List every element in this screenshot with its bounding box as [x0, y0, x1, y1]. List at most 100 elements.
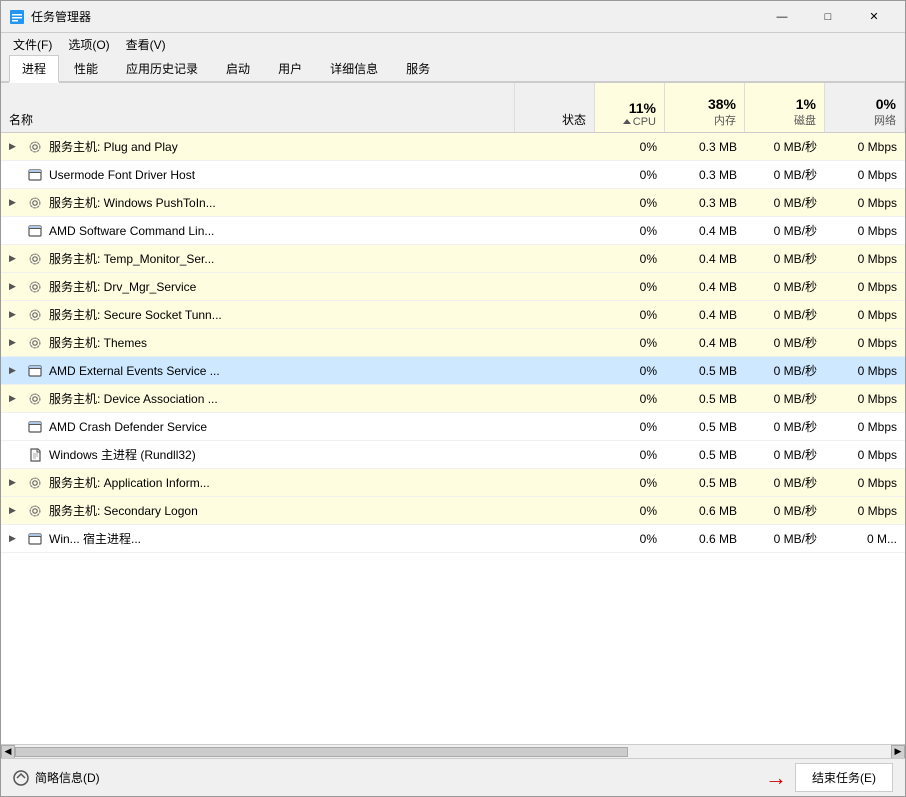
table-row[interactable]: ▶ 服务主机: Windows PushToIn... 0% 0.3 MB 0 …: [1, 189, 905, 217]
disk-value: 0 MB/秒: [774, 334, 817, 351]
cpu-value: 0%: [640, 168, 657, 182]
scroll-right-btn[interactable]: ▶: [891, 745, 905, 759]
expand-icon[interactable]: ▶: [9, 197, 21, 208]
cell-cpu: 0%: [595, 165, 665, 185]
cell-name: Usermode Font Driver Host: [1, 164, 515, 186]
table-row[interactable]: ▶ 服务主机: Themes 0% 0.4 MB 0 MB/秒 0 Mbps: [1, 329, 905, 357]
horizontal-scrollbar[interactable]: ◀ ▶: [1, 744, 905, 758]
gear-icon: [27, 279, 43, 295]
cell-disk: 0 MB/秒: [745, 275, 825, 298]
tab-details[interactable]: 详细信息: [317, 55, 391, 81]
end-task-button[interactable]: 结束任务(E): [795, 763, 893, 792]
col-disk[interactable]: 1% 磁盘: [745, 83, 825, 132]
cell-status: [515, 424, 595, 430]
cell-status: [515, 312, 595, 318]
cell-name: ▶ 服务主机: Secondary Logon: [1, 499, 515, 522]
cell-name: ▶ 服务主机: Windows PushToIn...: [1, 191, 515, 214]
disk-value: 0 MB/秒: [774, 418, 817, 435]
gear-icon: [27, 503, 43, 519]
col-memory[interactable]: 38% 内存: [665, 83, 745, 132]
cpu-value: 0%: [640, 364, 657, 378]
table-row[interactable]: ▶ Win... 宿主进程... 0% 0.6 MB 0 MB/秒 0 M...: [1, 525, 905, 553]
process-table: 名称 状态 11% CPU 38% 内存 1% 磁盘 0%: [1, 83, 905, 758]
cell-memory: 0.6 MB: [665, 501, 745, 521]
title-bar: 任务管理器 — □ ✕: [1, 1, 905, 33]
col-cpu[interactable]: 11% CPU: [595, 83, 665, 132]
summary-toggle[interactable]: 简略信息(D): [13, 769, 100, 786]
arrow-right-icon: →: [765, 765, 787, 791]
tab-users[interactable]: 用户: [265, 55, 315, 81]
table-row[interactable]: AMD Crash Defender Service 0% 0.5 MB 0 M…: [1, 413, 905, 441]
net-value: 0 Mbps: [858, 364, 897, 378]
expand-icon[interactable]: ▶: [9, 141, 21, 152]
app-icon: [9, 9, 25, 25]
close-button[interactable]: ✕: [851, 1, 897, 33]
tab-startup[interactable]: 启动: [213, 55, 263, 81]
expand-icon[interactable]: ▶: [9, 281, 21, 292]
table-row[interactable]: ▶ 服务主机: Temp_Monitor_Ser... 0% 0.4 MB 0 …: [1, 245, 905, 273]
table-row[interactable]: Windows 主进程 (Rundll32) 0% 0.5 MB 0 MB/秒 …: [1, 441, 905, 469]
menu-options[interactable]: 选项(O): [60, 34, 117, 55]
doc-icon: [27, 447, 43, 463]
menu-file[interactable]: 文件(F): [5, 34, 60, 55]
cell-status: [515, 452, 595, 458]
cell-cpu: 0%: [595, 221, 665, 241]
col-status[interactable]: 状态: [515, 83, 595, 132]
cell-cpu: 0%: [595, 305, 665, 325]
cell-disk: 0 MB/秒: [745, 331, 825, 354]
cell-status: [515, 340, 595, 346]
h-scroll-track[interactable]: [15, 746, 891, 758]
col-name[interactable]: 名称: [1, 83, 515, 132]
disk-value: 0 MB/秒: [774, 474, 817, 491]
tab-processes[interactable]: 进程: [9, 55, 59, 83]
mem-value: 0.5 MB: [699, 420, 737, 434]
cell-name: ▶ 服务主机: Drv_Mgr_Service: [1, 275, 515, 298]
tab-performance[interactable]: 性能: [61, 55, 111, 81]
menu-view[interactable]: 查看(V): [118, 34, 174, 55]
mem-value: 0.4 MB: [699, 252, 737, 266]
table-row[interactable]: ▶ AMD External Events Service ... 0% 0.5…: [1, 357, 905, 385]
mem-value: 0.3 MB: [699, 168, 737, 182]
expand-icon[interactable]: ▶: [9, 533, 21, 544]
cell-memory: 0.5 MB: [665, 473, 745, 493]
table-row[interactable]: ▶ 服务主机: Device Association ... 0% 0.5 MB…: [1, 385, 905, 413]
cell-name: ▶ 服务主机: Themes: [1, 331, 515, 354]
expand-icon[interactable]: ▶: [9, 337, 21, 348]
table-body[interactable]: ▶ 服务主机: Plug and Play 0% 0.3 MB 0 MB/秒 0…: [1, 133, 905, 744]
minimize-button[interactable]: —: [759, 1, 805, 33]
cell-memory: 0.5 MB: [665, 361, 745, 381]
net-value: 0 Mbps: [858, 308, 897, 322]
gear-icon: [27, 475, 43, 491]
tab-bar: 进程 性能 应用历史记录 启动 用户 详细信息 服务: [1, 55, 905, 83]
window-icon: [27, 223, 43, 239]
cpu-value: 0%: [640, 140, 657, 154]
cell-cpu: 0%: [595, 249, 665, 269]
table-row[interactable]: ▶ 服务主机: Secondary Logon 0% 0.6 MB 0 MB/秒…: [1, 497, 905, 525]
process-name: 服务主机: Secure Socket Tunn...: [49, 306, 222, 323]
expand-icon[interactable]: ▶: [9, 365, 21, 376]
expand-icon[interactable]: ▶: [9, 477, 21, 488]
table-row[interactable]: ▶ 服务主机: Secure Socket Tunn... 0% 0.4 MB …: [1, 301, 905, 329]
table-row[interactable]: AMD Software Command Lin... 0% 0.4 MB 0 …: [1, 217, 905, 245]
expand-icon[interactable]: ▶: [9, 309, 21, 320]
table-row[interactable]: ▶ 服务主机: Drv_Mgr_Service 0% 0.4 MB 0 MB/秒…: [1, 273, 905, 301]
expand-icon[interactable]: ▶: [9, 253, 21, 264]
maximize-button[interactable]: □: [805, 1, 851, 33]
scroll-left-btn[interactable]: ◀: [1, 745, 15, 759]
table-row[interactable]: ▶ 服务主机: Plug and Play 0% 0.3 MB 0 MB/秒 0…: [1, 133, 905, 161]
table-row[interactable]: Usermode Font Driver Host 0% 0.3 MB 0 MB…: [1, 161, 905, 189]
mem-value: 0.5 MB: [699, 476, 737, 490]
net-value: 0 Mbps: [858, 476, 897, 490]
cell-cpu: 0%: [595, 445, 665, 465]
gear-icon: [27, 139, 43, 155]
table-row[interactable]: ▶ 服务主机: Application Inform... 0% 0.5 MB …: [1, 469, 905, 497]
h-scroll-thumb[interactable]: [15, 747, 628, 757]
col-network[interactable]: 0% 网络: [825, 83, 905, 132]
process-name: Usermode Font Driver Host: [49, 168, 195, 182]
expand-icon[interactable]: ▶: [9, 505, 21, 516]
cell-network: 0 Mbps: [825, 361, 905, 381]
expand-icon[interactable]: ▶: [9, 393, 21, 404]
tab-services[interactable]: 服务: [393, 55, 443, 81]
disk-value: 0 MB/秒: [774, 138, 817, 155]
tab-app-history[interactable]: 应用历史记录: [113, 55, 211, 81]
